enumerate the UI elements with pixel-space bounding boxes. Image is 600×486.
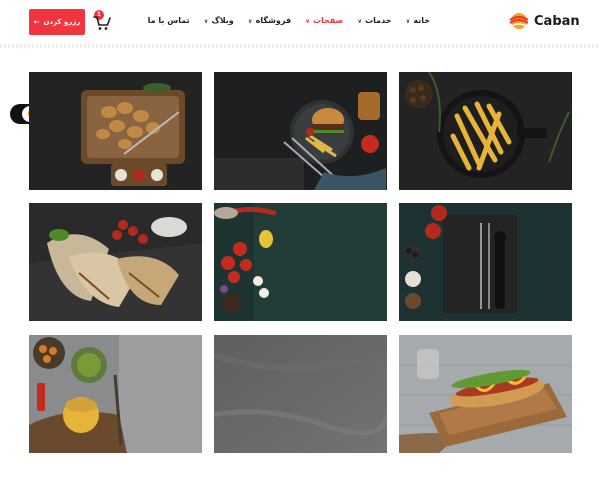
header-divider (0, 44, 600, 48)
gallery-tile-fries-skillet[interactable] (399, 72, 572, 190)
reserve-button-label: رزرو کردن (43, 18, 81, 26)
nav-item-0[interactable]: خانه ∨ (406, 16, 431, 25)
logo-icon (508, 12, 530, 30)
gallery-tile-shawarma[interactable] (29, 203, 202, 321)
chevron-down-icon: ∨ (305, 17, 310, 25)
nav-item-label: فروشگاه (255, 16, 292, 25)
chevron-down-icon: ∨ (247, 17, 253, 25)
gallery-tile-fried-nuggets[interactable] (29, 72, 202, 190)
gallery-tile-burger-salad[interactable] (29, 335, 202, 453)
nav-item-3[interactable]: فروشگاه ∨ (248, 16, 291, 25)
reserve-button[interactable]: رزرو کردن ← (29, 9, 85, 35)
brand-name: Caban (534, 13, 580, 29)
nav-item-label: تماس با ما (147, 16, 190, 25)
nav-item-label: خانه (413, 16, 430, 25)
chevron-down-icon: ∨ (357, 17, 363, 25)
gallery-tile-burger-fries[interactable] (214, 72, 387, 190)
gallery-tile-hotdog[interactable] (399, 335, 572, 453)
chevron-down-icon: ∨ (405, 17, 411, 25)
site-header: Caban خانه ∨ خدمات ∨ صفحات ∨ فروشگاه ∨ وبلاگ ∨ تما… (0, 0, 600, 44)
nav-item-5[interactable]: تماس با ما (148, 16, 190, 25)
chevron-down-icon: ∨ (203, 17, 209, 25)
gallery-tile-vegetables-green[interactable] (214, 203, 387, 321)
gallery-tile-grey-marble[interactable] (214, 335, 387, 453)
nav-item-1[interactable]: خدمات ∨ (357, 16, 391, 25)
gallery-tile-slate-board[interactable] (399, 203, 572, 321)
arrow-left-icon: ← (33, 18, 40, 26)
nav-item-label: خدمات (365, 16, 392, 25)
brand-logo[interactable]: Caban (508, 12, 580, 30)
cart-icon[interactable] (93, 15, 111, 31)
nav-item-2[interactable]: صفحات ∨ (305, 16, 343, 25)
nav-item-label: وبلاگ (211, 16, 234, 25)
nav-item-label: صفحات (312, 16, 344, 25)
nav-item-4[interactable]: وبلاگ ∨ (204, 16, 234, 25)
main-nav: خانه ∨ خدمات ∨ صفحات ∨ فروشگاه ∨ وبلاگ ∨ تماس با م… (148, 16, 430, 25)
